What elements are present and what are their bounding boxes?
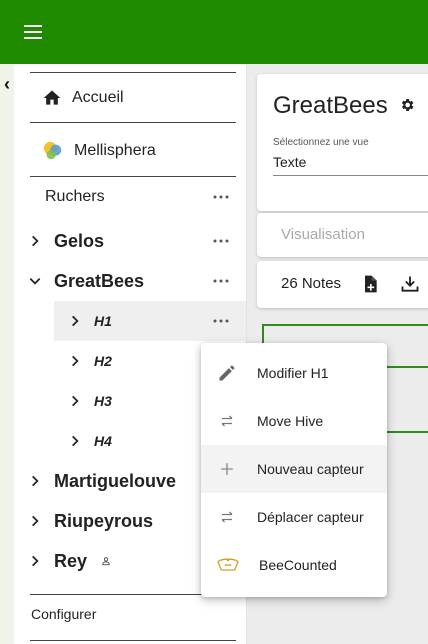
pencil-icon <box>219 365 235 381</box>
visualisation-tab[interactable]: Visualisation <box>281 226 365 243</box>
hive-label: H3 <box>94 393 112 409</box>
divider <box>30 122 236 123</box>
hive-label: H2 <box>94 353 112 369</box>
shared-user-icon <box>102 557 110 566</box>
hive-label: H1 <box>94 313 112 329</box>
sidebar-item-accueil[interactable]: Accueil <box>30 75 236 121</box>
mellisphera-logo-icon <box>43 141 62 160</box>
sidebar-item-label: Mellisphera <box>74 142 156 159</box>
menu-item-label: Déplacer capteur <box>257 509 364 525</box>
ruchers-label: Ruchers <box>45 188 105 205</box>
menu-item-move-hive[interactable]: Move Hive <box>201 397 387 445</box>
more-horizontal-icon[interactable] <box>212 312 230 330</box>
chevron-right-icon[interactable] <box>68 354 82 368</box>
apiary-label: Riupeyrous <box>54 510 154 531</box>
sidebar-item-mellisphera[interactable]: Mellisphera <box>30 128 236 174</box>
divider <box>30 640 236 641</box>
chevron-right-icon[interactable] <box>28 554 42 568</box>
apiary-label: Martiguelouve <box>54 470 177 491</box>
menu-item-label: Move Hive <box>257 413 324 429</box>
gear-icon[interactable] <box>399 97 415 113</box>
menu-item-deplacer-capteur[interactable]: Déplacer capteur <box>201 493 387 541</box>
notes-count: 26 Notes <box>281 275 342 292</box>
hive-item-h2[interactable]: H2 <box>54 341 214 381</box>
chevron-right-icon[interactable] <box>68 314 82 328</box>
configurer-link[interactable]: Configurer <box>31 606 96 622</box>
chevron-right-icon[interactable] <box>68 434 82 448</box>
menu-item-beecounted[interactable]: BeeCounted <box>201 541 387 589</box>
swap-arrows-icon <box>221 511 233 523</box>
chevron-down-icon[interactable] <box>28 274 42 288</box>
menu-item-label: BeeCounted <box>259 557 337 573</box>
more-horizontal-icon[interactable] <box>212 272 230 290</box>
apiary-item-greatbees[interactable]: GreatBees <box>14 261 246 301</box>
view-select[interactable]: Texte <box>273 154 428 176</box>
apiary-item-rey[interactable]: Rey <box>14 541 214 581</box>
add-note-icon[interactable] <box>360 272 380 296</box>
home-icon <box>43 90 61 105</box>
swap-arrows-icon <box>221 415 233 427</box>
apiary-label: Gelos <box>54 230 105 251</box>
divider <box>30 72 236 73</box>
chevron-right-icon[interactable] <box>28 474 42 488</box>
ruchers-header[interactable]: Ruchers <box>14 177 246 217</box>
menu-item-modifier[interactable]: Modifier H1 <box>201 349 387 397</box>
apiary-item-martiguelouve[interactable]: Martiguelouve <box>14 461 214 501</box>
top-app-bar <box>0 0 428 64</box>
menu-item-label: Modifier H1 <box>257 365 329 381</box>
hive-item-h1[interactable]: H1 <box>54 301 246 341</box>
beecounter-icon <box>217 558 239 571</box>
download-icon[interactable] <box>399 274 421 294</box>
chevron-right-icon[interactable] <box>68 394 82 408</box>
view-select-label: Sélectionnez une vue <box>273 137 369 148</box>
sidebar-rail <box>0 64 14 644</box>
hive-context-menu: Modifier H1 Move Hive Nouveau capteur Dé… <box>201 343 387 597</box>
more-horizontal-icon[interactable] <box>212 188 230 206</box>
hive-item-h4[interactable]: H4 <box>54 421 214 461</box>
chevron-right-icon[interactable] <box>28 514 42 528</box>
apiary-item-gelos[interactable]: Gelos <box>14 221 246 261</box>
sidebar-item-label: Accueil <box>72 89 124 106</box>
more-horizontal-icon[interactable] <box>212 232 230 250</box>
hive-label: H4 <box>94 433 112 449</box>
chevron-right-icon[interactable] <box>28 234 42 248</box>
plus-icon <box>221 463 233 475</box>
menu-item-label: Nouveau capteur <box>257 461 364 477</box>
page-title: GreatBees <box>273 92 388 119</box>
apiary-item-riupeyrous[interactable]: Riupeyrous <box>14 501 214 541</box>
apiary-label: Rey <box>54 550 88 571</box>
hamburger-icon[interactable] <box>22 22 46 42</box>
menu-item-nouveau-capteur[interactable]: Nouveau capteur <box>201 445 387 493</box>
chevron-left-icon[interactable]: ‹ <box>0 72 14 96</box>
hive-item-h3[interactable]: H3 <box>54 381 214 421</box>
apiary-label: GreatBees <box>54 270 145 291</box>
